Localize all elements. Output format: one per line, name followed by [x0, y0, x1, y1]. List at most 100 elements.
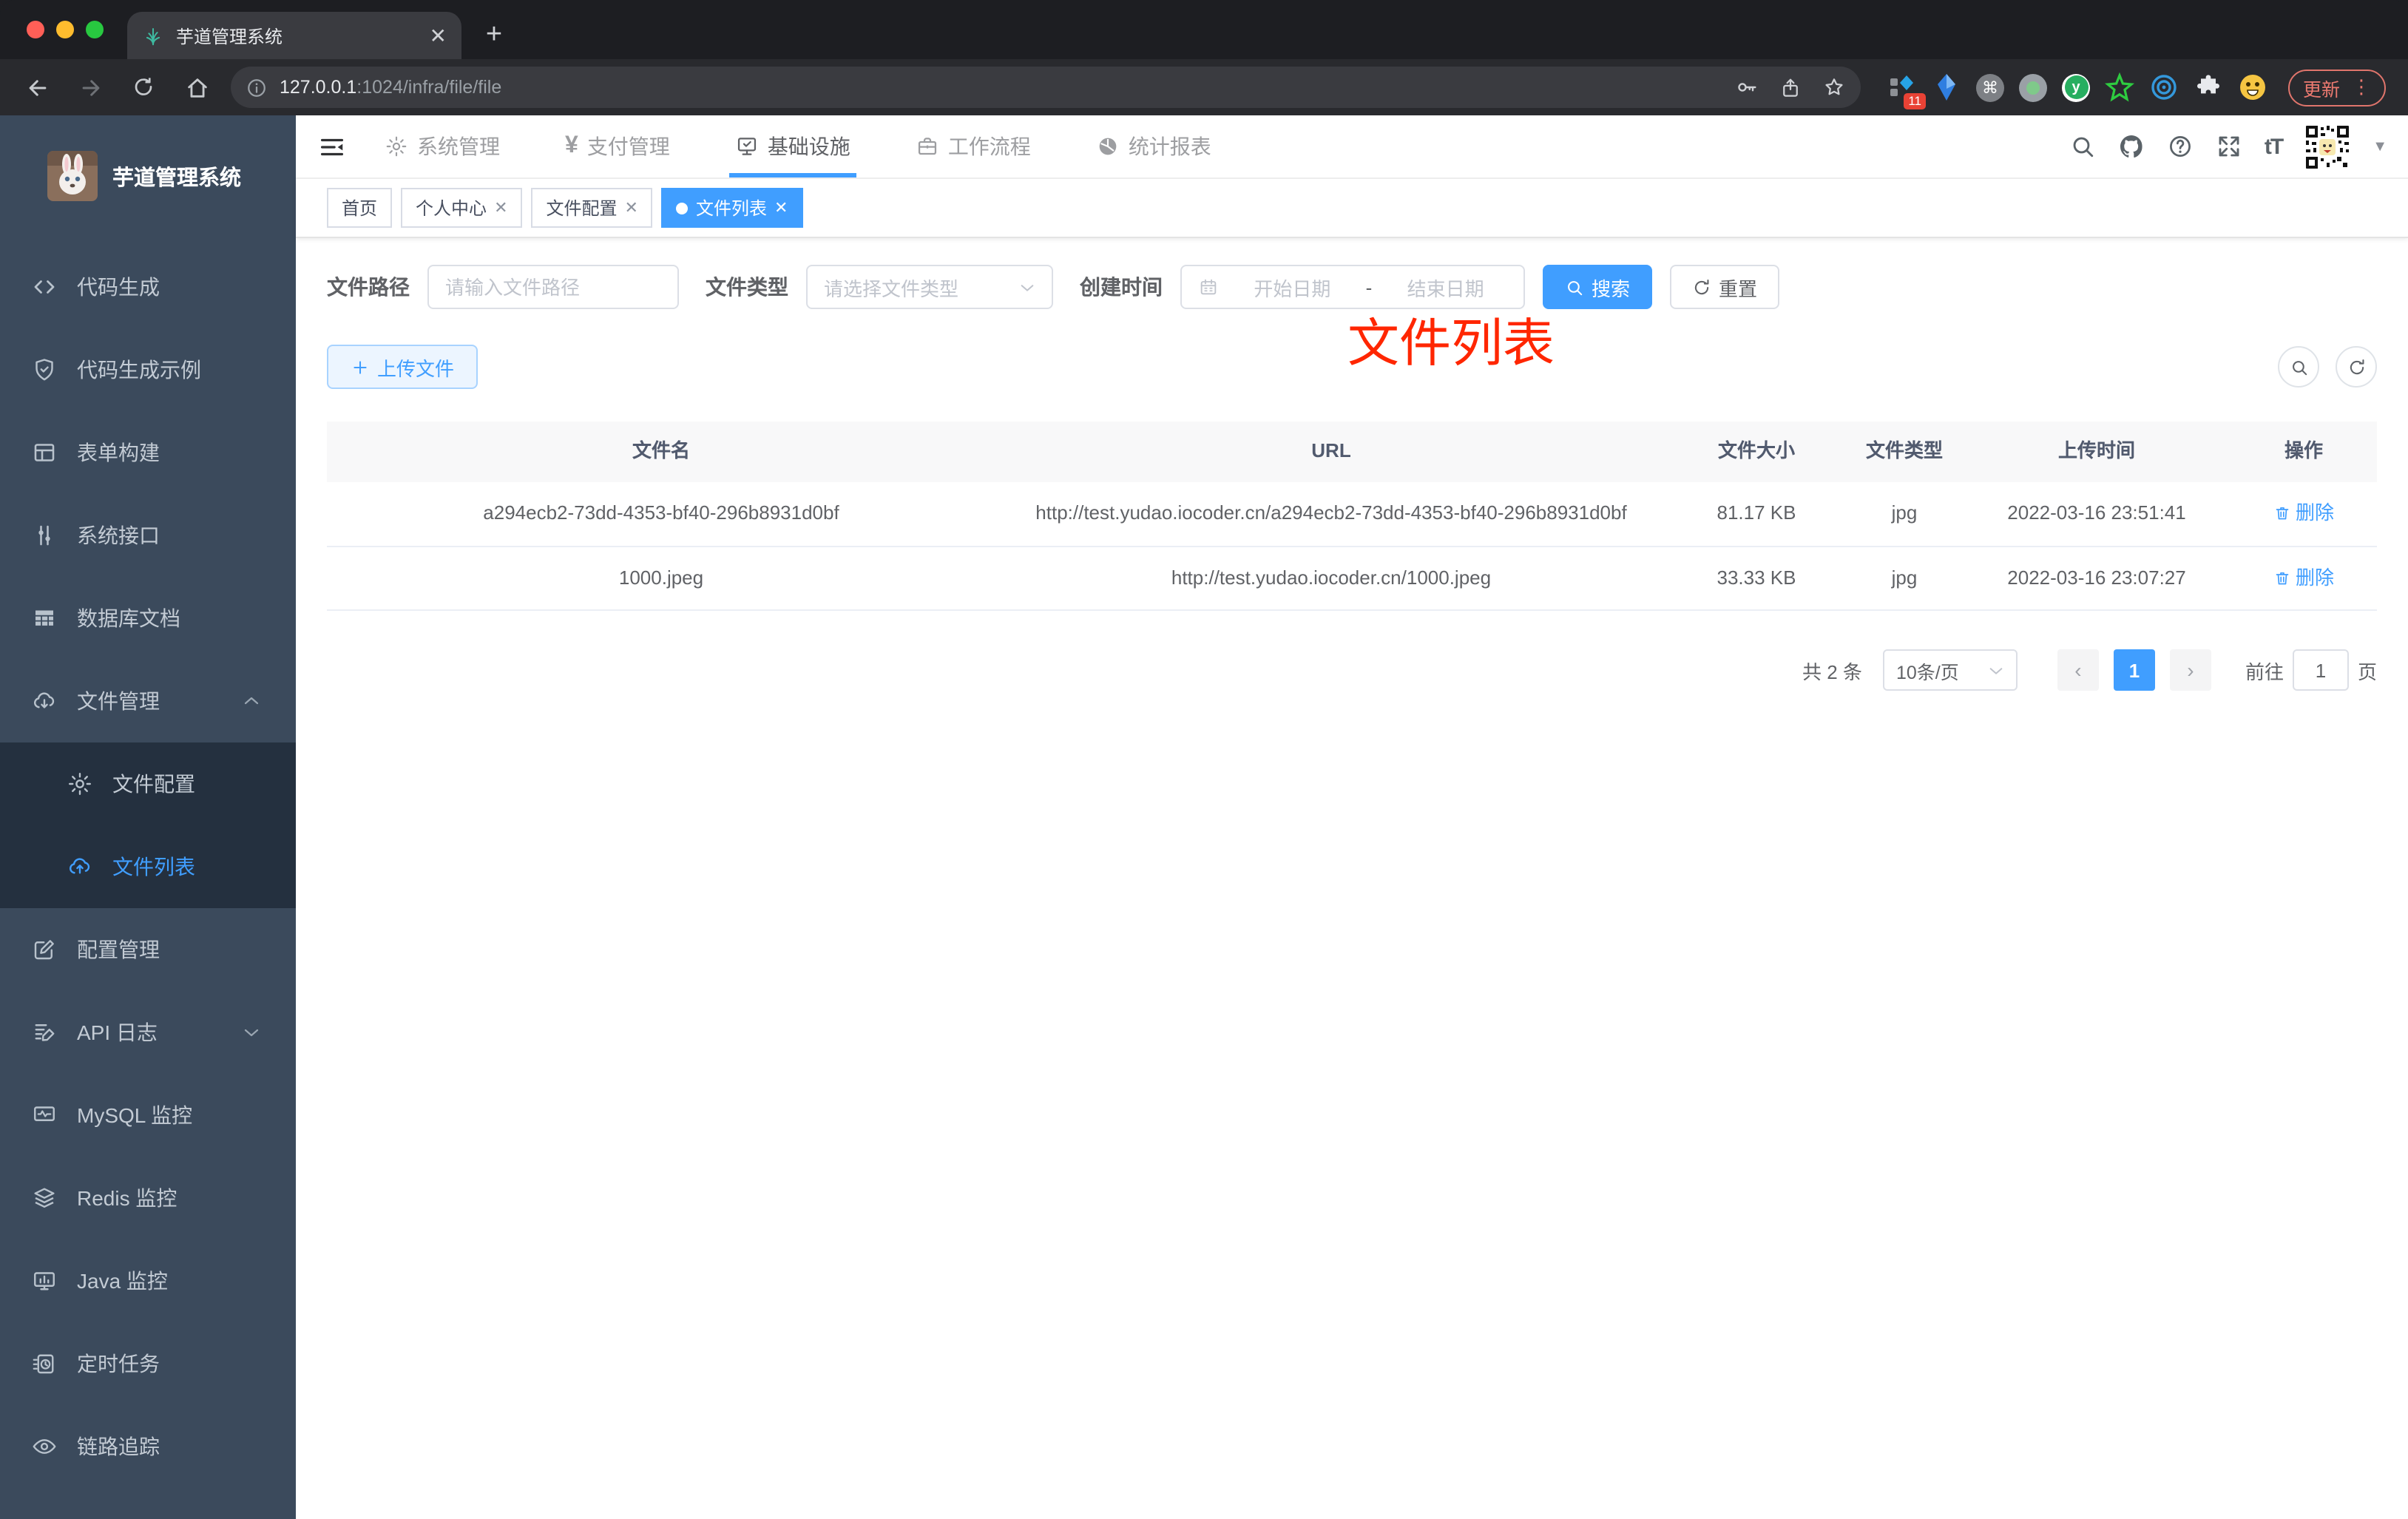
monitor-bars-icon — [31, 1268, 58, 1294]
nav-payment-management[interactable]: ¥ 支付管理 — [565, 115, 670, 177]
chevron-up-icon — [243, 692, 260, 710]
site-info-icon[interactable] — [246, 76, 268, 98]
tag-profile[interactable]: 个人中心 ✕ — [401, 188, 523, 228]
nav-infrastructure[interactable]: 基础设施 — [728, 115, 856, 177]
share-icon[interactable] — [1779, 76, 1802, 98]
page-size-select[interactable]: 10条/页 — [1882, 649, 2018, 691]
sidebar-item-scheduled-tasks[interactable]: 定时任务 — [0, 1322, 296, 1405]
sidebar-item-system-api[interactable]: 系统接口 — [0, 494, 296, 577]
delete-button[interactable]: 删除 — [2273, 563, 2334, 594]
file-path-input-wrap — [427, 265, 679, 309]
nav-statistics-report[interactable]: 统计报表 — [1096, 115, 1211, 177]
browser-tab[interactable]: 芋道管理系统 ✕ — [127, 12, 461, 59]
sidebar-item-code-generation[interactable]: 代码生成 — [0, 246, 296, 328]
avatar-caret-icon[interactable]: ▼ — [2373, 138, 2387, 155]
home-icon[interactable] — [177, 68, 216, 106]
password-key-icon[interactable] — [1735, 75, 1759, 99]
search-icon[interactable] — [2069, 133, 2096, 160]
table-header-row: 文件名 URL 文件大小 文件类型 上传时间 操作 — [327, 422, 2377, 482]
extension-diamond-icon[interactable]: 11 — [1887, 72, 1926, 109]
sidebar-item-file-config[interactable]: 文件配置 — [0, 742, 296, 825]
extension-star-icon[interactable] — [2105, 72, 2134, 102]
sidebar-item-mysql-monitor[interactable]: MySQL 监控 — [0, 1074, 296, 1157]
page-number-current[interactable]: 1 — [2113, 649, 2155, 691]
nav-workflow[interactable]: 工作流程 — [916, 115, 1031, 177]
cloud-upload-icon — [67, 853, 93, 880]
date-separator: - — [1365, 276, 1373, 298]
tag-close-icon[interactable]: ✕ — [494, 198, 507, 217]
tag-close-icon[interactable]: ✕ — [625, 198, 638, 217]
browser-menu-icon[interactable]: ⋮ — [2352, 75, 2371, 99]
close-window-button[interactable] — [27, 21, 44, 38]
col-file-type: 文件类型 — [1865, 439, 1943, 461]
sidebar-item-code-example[interactable]: 代码生成示例 — [0, 328, 296, 411]
upload-file-button[interactable]: 上传文件 — [327, 345, 478, 389]
click-annotation: 文件列表 — [1347, 315, 1555, 373]
minimize-window-button[interactable] — [56, 21, 74, 38]
prev-page-button[interactable]: ‹ — [2057, 649, 2099, 691]
sidebar-item-db-doc[interactable]: 数据库文档 — [0, 577, 296, 660]
sidebar-item-file-management[interactable]: 文件管理 — [0, 660, 296, 742]
extension-puzzle-icon[interactable] — [2194, 72, 2223, 102]
fullscreen-icon[interactable] — [2216, 133, 2242, 160]
next-page-button[interactable]: › — [2169, 649, 2211, 691]
new-tab-button[interactable]: + — [473, 15, 515, 56]
trash-icon — [2276, 507, 2289, 520]
end-date-placeholder[interactable]: 结束日期 — [1384, 273, 1507, 301]
file-type-select[interactable]: 请选择文件类型 — [806, 265, 1053, 309]
sidebar-item-java-monitor[interactable]: Java 监控 — [0, 1239, 296, 1322]
avatar[interactable] — [2304, 124, 2351, 169]
active-dot — [676, 202, 689, 214]
search-button[interactable]: 搜索 — [1543, 265, 1653, 309]
cell-file-size: 33.33 KB — [1717, 566, 1796, 589]
font-size-icon[interactable]: tT — [2265, 134, 2284, 159]
extension-command-icon[interactable]: ⌘ — [1976, 73, 2004, 101]
extension-y-icon[interactable]: y — [2062, 73, 2090, 101]
extension-dot-icon[interactable] — [2019, 73, 2047, 101]
tag-home[interactable]: 首页 — [327, 188, 393, 228]
tags-view: 首页 个人中心 ✕ 文件配置 ✕ 文件列表 ✕ — [296, 179, 2408, 238]
tag-close-icon[interactable]: ✕ — [774, 198, 788, 217]
tab-close-icon[interactable]: ✕ — [430, 25, 447, 46]
tag-file-config[interactable]: 文件配置 ✕ — [531, 188, 653, 228]
zoom-window-button[interactable] — [86, 21, 104, 38]
delete-button[interactable]: 删除 — [2273, 498, 2334, 530]
goto-page-input[interactable] — [2292, 649, 2349, 691]
extension-rings-icon[interactable] — [2149, 72, 2179, 102]
reload-icon[interactable] — [124, 68, 163, 106]
bookmark-star-icon[interactable] — [1822, 75, 1846, 99]
sidebar-item-trace[interactable]: 链路追踪 — [0, 1405, 296, 1488]
col-url: URL — [1311, 439, 1351, 461]
create-time-label: 创建时间 — [1080, 275, 1163, 299]
extension-emoji-icon[interactable] — [2238, 72, 2267, 102]
reset-button[interactable]: 重置 — [1670, 265, 1780, 309]
pagination-total: 共 2 条 — [1802, 660, 1862, 683]
start-date-placeholder[interactable]: 开始日期 — [1231, 273, 1354, 301]
cell-upload-time: 2022-03-16 23:51:41 — [2007, 501, 2186, 524]
search-icon — [1565, 277, 1584, 297]
sidebar-item-redis-monitor[interactable]: Redis 监控 — [0, 1157, 296, 1239]
cell-file-name: 1000.jpeg — [618, 566, 704, 589]
help-icon[interactable] — [2167, 133, 2194, 160]
sidebar-item-log-center[interactable]: 日志中心 — [0, 1488, 296, 1519]
address-bar[interactable]: 127.0.0.1:1024/infra/file/file — [231, 67, 1861, 108]
url-text: 127.0.0.1:1024/infra/file/file — [280, 77, 502, 98]
nav-system-management[interactable]: 系统管理 — [385, 115, 500, 177]
browser-update-button[interactable]: 更新 ⋮ — [2288, 69, 2387, 106]
show-search-icon[interactable] — [2278, 346, 2319, 388]
sidebar-item-api-log[interactable]: API 日志 — [0, 991, 296, 1074]
sidebar-fold-icon[interactable] — [302, 115, 361, 178]
extension-balloon-icon[interactable] — [1932, 72, 1961, 102]
sidebar-item-config-management[interactable]: 配置管理 — [0, 908, 296, 991]
sidebar-logo[interactable]: 芋道管理系统 — [0, 115, 296, 228]
refresh-table-icon[interactable] — [2336, 346, 2377, 388]
calendar-icon — [1198, 277, 1219, 297]
file-path-input[interactable] — [445, 276, 661, 298]
page-suffix: 页 — [2357, 660, 2377, 683]
forward-icon[interactable] — [71, 68, 109, 106]
back-icon[interactable] — [18, 68, 56, 106]
sidebar-item-file-list[interactable]: 文件列表 — [0, 825, 296, 908]
sidebar-item-form-builder[interactable]: 表单构建 — [0, 411, 296, 494]
tag-file-list[interactable]: 文件列表 ✕ — [661, 188, 803, 228]
github-icon[interactable] — [2118, 133, 2145, 160]
